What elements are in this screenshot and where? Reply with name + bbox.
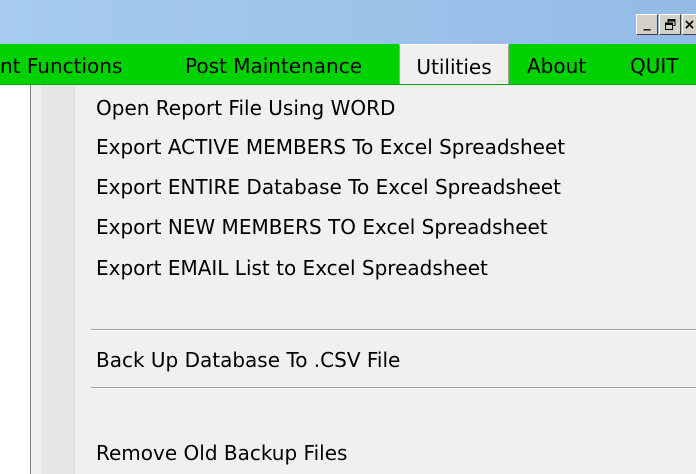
- menu-export-active-members[interactable]: Export ACTIVE MEMBERS To Excel Spreadshe…: [96, 134, 565, 160]
- menu-export-entire-database[interactable]: Export ENTIRE Database To Excel Spreadsh…: [96, 174, 561, 200]
- close-button[interactable]: ×: [682, 14, 696, 35]
- menu-item-post-maintenance[interactable]: Post Maintenance: [185, 44, 395, 84]
- application-window: _ × nt Functions Post Maintenance Utilit…: [0, 0, 696, 474]
- minimize-icon: _: [643, 15, 651, 31]
- menu-bar: nt Functions Post Maintenance Utilities …: [0, 44, 696, 85]
- utilities-dropdown-menu: Open Report File Using WORD Export ACTIV…: [30, 85, 696, 474]
- menu-export-email-list[interactable]: Export EMAIL List to Excel Spreadsheet: [96, 255, 488, 281]
- menu-open-report-word[interactable]: Open Report File Using WORD: [96, 95, 395, 121]
- restore-button[interactable]: [659, 14, 681, 35]
- menu-item-utilities[interactable]: Utilities: [399, 44, 509, 84]
- menu-separator: [91, 387, 696, 389]
- close-icon: ×: [683, 16, 696, 33]
- menu-gutter-shade: [41, 85, 74, 474]
- menu-item-quit[interactable]: QUIT: [630, 44, 696, 84]
- menu-item-about[interactable]: About: [527, 44, 597, 84]
- restore-icon: [664, 19, 676, 30]
- menu-backup-database-csv[interactable]: Back Up Database To .CSV File: [96, 347, 400, 373]
- menu-export-new-members[interactable]: Export NEW MEMBERS TO Excel Spreadsheet: [96, 214, 548, 240]
- menu-item-functions[interactable]: nt Functions: [0, 44, 160, 84]
- minimize-button[interactable]: _: [636, 14, 658, 35]
- title-bar: _ ×: [0, 0, 696, 44]
- menu-remove-old-backups[interactable]: Remove Old Backup Files: [96, 440, 347, 466]
- menu-separator: [91, 329, 696, 331]
- window-controls: _ ×: [636, 14, 696, 36]
